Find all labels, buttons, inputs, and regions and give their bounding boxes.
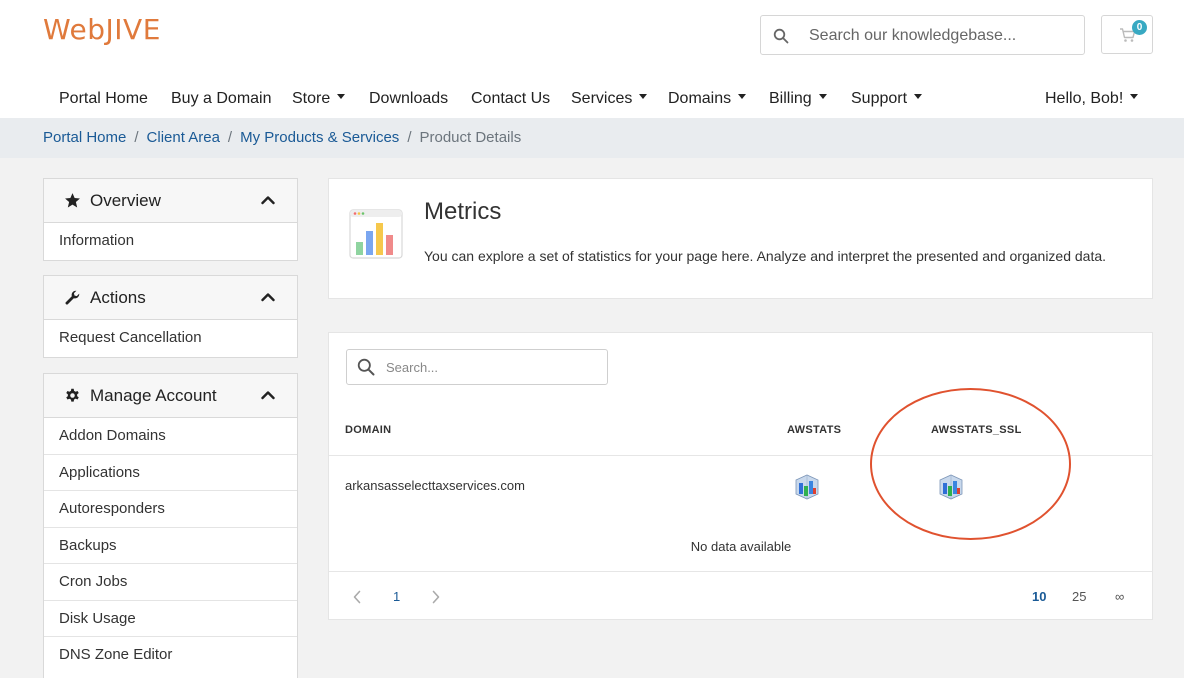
gear-icon	[66, 388, 79, 402]
search-icon	[357, 358, 375, 376]
chevron-left-icon[interactable]	[352, 590, 362, 604]
domain-cell: arkansasselecttaxservices.com	[345, 478, 525, 493]
nav-store[interactable]: Store	[292, 90, 346, 108]
awstats-chart-icon[interactable]	[792, 471, 822, 501]
logo[interactable]: WebJIVE	[43, 13, 161, 46]
bar-chart-illustration-icon	[349, 209, 403, 259]
caret-down-icon	[818, 94, 827, 100]
sidebar-item-disk-usage[interactable]: Disk Usage	[44, 601, 297, 637]
sidebar-panel-manage-account: Manage Account Addon Domains Application…	[43, 373, 298, 678]
panel-header-overview[interactable]: Overview	[44, 179, 297, 223]
nav-user-menu[interactable]: Hello, Bob!	[1045, 90, 1139, 108]
breadcrumb: Portal Home / Client Area / My Products & Se…	[0, 118, 1184, 158]
nav-buy-a-domain[interactable]: Buy a Domain	[171, 90, 272, 108]
sidebar-item-information[interactable]: Information	[44, 223, 297, 260]
sidebar-item-request-cancellation[interactable]: Request Cancellation	[44, 320, 297, 357]
column-header-domain[interactable]: DOMAIN	[345, 424, 391, 436]
sidebar-panel-overview: Overview Information	[43, 178, 298, 261]
caret-down-icon	[639, 94, 648, 100]
awstats-ssl-chart-icon[interactable]	[936, 471, 966, 501]
stats-table-card: Search... DOMAIN AWSTATS AWSSTATS_SSL ar…	[328, 332, 1153, 620]
nav-contact-us[interactable]: Contact Us	[471, 90, 550, 108]
chevron-up-icon[interactable]	[261, 290, 275, 304]
top-header: WebJIVE Search our knowledgebase... 0 Po…	[0, 0, 1184, 118]
page-size-10[interactable]: 10	[1032, 589, 1046, 604]
table-search-placeholder: Search...	[386, 360, 439, 375]
breadcrumb-my-products[interactable]: My Products & Services	[240, 129, 399, 146]
page-size-25[interactable]: 25	[1072, 589, 1086, 604]
cart-count-badge: 0	[1132, 20, 1147, 35]
panel-header-actions[interactable]: Actions	[44, 276, 297, 320]
caret-down-icon	[1130, 94, 1139, 100]
chevron-up-icon[interactable]	[261, 388, 275, 402]
main-nav: Portal Home Buy a Domain Store Downloads…	[0, 84, 1184, 114]
search-placeholder: Search our knowledgebase...	[809, 27, 1017, 44]
caret-down-icon	[337, 94, 346, 100]
nav-portal-home[interactable]: Portal Home	[59, 90, 148, 108]
page-size-all[interactable]: ∞	[1115, 589, 1124, 604]
table-search-input[interactable]: Search...	[346, 349, 608, 385]
nav-downloads[interactable]: Downloads	[369, 90, 448, 108]
chevron-right-icon[interactable]	[431, 590, 441, 604]
caret-down-icon	[738, 94, 747, 100]
nav-billing[interactable]: Billing	[769, 90, 827, 108]
nav-services[interactable]: Services	[571, 90, 648, 108]
sidebar-item-addon-domains[interactable]: Addon Domains	[44, 418, 297, 455]
nav-domains[interactable]: Domains	[668, 90, 747, 108]
star-icon	[65, 193, 80, 208]
sidebar-item-cron-jobs[interactable]: Cron Jobs	[44, 564, 297, 601]
breadcrumb-client-area[interactable]: Client Area	[147, 129, 220, 146]
sidebar-panel-actions: Actions Request Cancellation	[43, 275, 298, 358]
chevron-up-icon[interactable]	[261, 193, 275, 207]
sidebar-item-autoresponders[interactable]: Autoresponders	[44, 491, 297, 528]
empty-state-text: No data available	[690, 539, 792, 554]
metrics-title: Metrics	[424, 198, 502, 225]
metrics-description: You can explore a set of statistics for …	[424, 248, 1107, 264]
footer-divider	[329, 571, 1153, 572]
sidebar-item-dns-zone-editor[interactable]: DNS Zone Editor	[44, 637, 297, 674]
nav-support[interactable]: Support	[851, 90, 923, 108]
column-header-awstats[interactable]: AWSTATS	[787, 424, 841, 436]
column-header-awsstats-ssl[interactable]: AWSSTATS_SSL	[931, 424, 1022, 436]
breadcrumb-portal-home[interactable]: Portal Home	[43, 129, 126, 146]
pagination-page[interactable]: 1	[393, 589, 400, 604]
header-divider	[329, 455, 1153, 456]
search-icon	[773, 28, 789, 44]
sidebar-item-backups[interactable]: Backups	[44, 528, 297, 564]
wrench-icon	[65, 290, 80, 305]
sidebar-item-applications[interactable]: Applications	[44, 455, 297, 491]
breadcrumb-current: Product Details	[419, 129, 522, 146]
panel-header-manage-account[interactable]: Manage Account	[44, 374, 297, 418]
metrics-card: Metrics You can explore a set of statist…	[328, 178, 1153, 299]
cart-button[interactable]: 0	[1101, 15, 1153, 54]
knowledgebase-search-input[interactable]: Search our knowledgebase...	[760, 15, 1085, 55]
caret-down-icon	[914, 94, 923, 100]
